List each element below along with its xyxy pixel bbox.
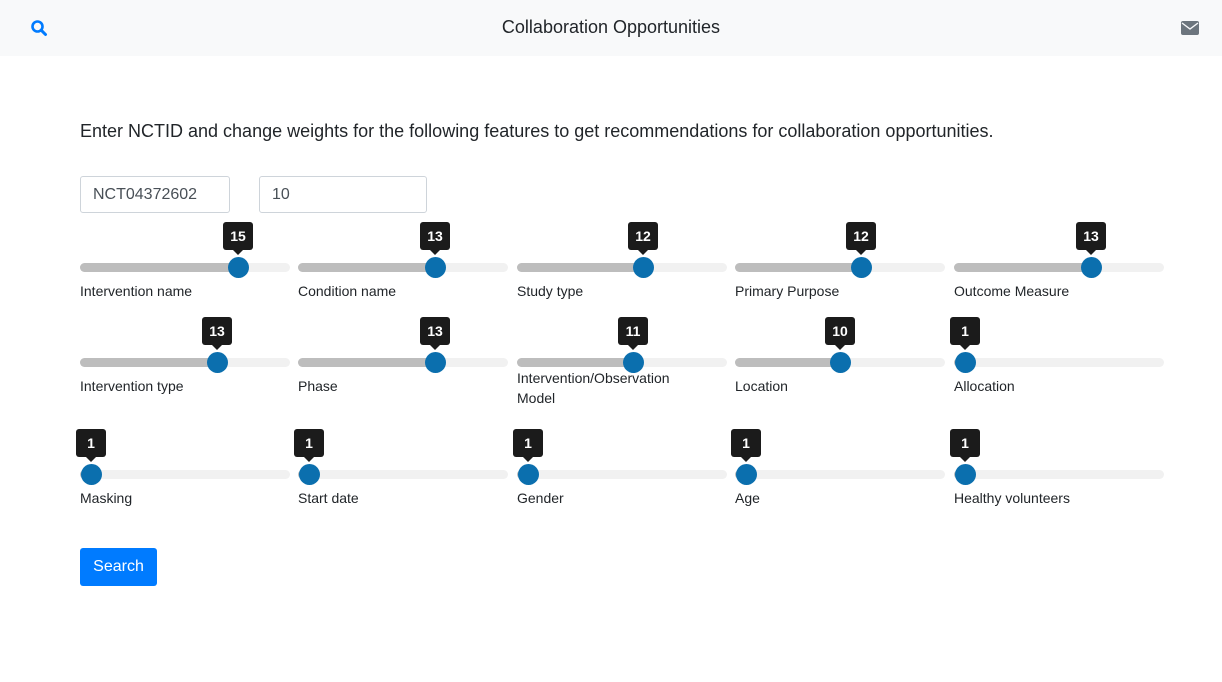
slider-track[interactable]: [298, 358, 508, 367]
slider-label: Age: [735, 490, 760, 506]
slider-value-bubble: 13: [1076, 222, 1106, 255]
slider-label: Condition name: [298, 283, 397, 299]
slider-value-bubble: 10: [825, 317, 855, 350]
slider-label: Intervention/Observation Model: [517, 370, 670, 406]
slider-thumb[interactable]: [424, 352, 446, 373]
slider-value-bubble: 13: [420, 222, 450, 255]
slider-track[interactable]: [735, 263, 945, 272]
slider-track-fill: [298, 263, 435, 272]
slider-label: Study type: [517, 283, 584, 299]
slider-value-bubble: 12: [846, 222, 876, 255]
slider-thumb[interactable]: [954, 352, 976, 373]
slider-track[interactable]: [80, 358, 290, 367]
slider-label: Primary Purpose: [735, 283, 840, 299]
weight-slider[interactable]: 13 Condition name: [298, 222, 508, 318]
slider-track[interactable]: [954, 358, 1164, 367]
weight-slider[interactable]: 1 Age: [731, 429, 945, 525]
slider-thumb[interactable]: [850, 257, 872, 278]
slider-thumb[interactable]: [424, 257, 446, 278]
navbar: Collaboration Opportunities: [0, 0, 1222, 56]
slider-track[interactable]: [298, 263, 508, 272]
weight-slider[interactable]: 1 Allocation: [950, 317, 1164, 413]
slider-label: Intervention type: [80, 378, 184, 394]
slider-label: Outcome Measure: [954, 283, 1070, 299]
weight-slider[interactable]: 13 Intervention type: [80, 317, 290, 413]
slider-value-bubble: 1: [76, 429, 106, 462]
slider-thumb[interactable]: [206, 352, 228, 373]
slider-label: Intervention name: [80, 283, 193, 299]
slider-value-bubble: 1: [950, 429, 980, 462]
nctid-input[interactable]: [80, 176, 230, 213]
slider-label: Start date: [298, 490, 359, 506]
weight-slider[interactable]: 13 Outcome Measure: [954, 222, 1164, 318]
slider-value-bubble: 12: [628, 222, 658, 255]
slider-track-fill: [735, 358, 840, 367]
slider-label: Location: [735, 378, 788, 394]
weight-slider[interactable]: 1 Masking: [76, 429, 290, 525]
page-title: Collaboration Opportunities: [501, 17, 721, 37]
slider-track-fill: [954, 263, 1091, 272]
slider-label: Masking: [80, 490, 133, 506]
weight-slider[interactable]: 1 Start date: [294, 429, 508, 525]
slider-value-bubble: 1: [294, 429, 324, 462]
weight-slider[interactable]: 15 Intervention name: [80, 222, 290, 318]
weight-slider[interactable]: 12 Primary Purpose: [735, 222, 945, 318]
intro-text: Enter NCTID and change weights for the f…: [80, 121, 994, 141]
slider-track[interactable]: [80, 470, 290, 479]
slider-track-fill: [80, 358, 217, 367]
weight-slider[interactable]: 1 Gender: [513, 429, 727, 525]
slider-label: Allocation: [954, 378, 1015, 394]
slider-thumb[interactable]: [80, 464, 102, 485]
slider-track[interactable]: [954, 470, 1164, 479]
weight-slider[interactable]: 12 Study type: [517, 222, 727, 318]
slider-value-bubble: 1: [731, 429, 761, 462]
weight-slider[interactable]: 1 Healthy volunteers: [950, 429, 1164, 525]
slider-track[interactable]: [298, 470, 508, 479]
slider-thumb[interactable]: [735, 464, 757, 485]
slider-thumb[interactable]: [632, 257, 654, 278]
slider-value-bubble: 11: [618, 317, 648, 350]
slider-thumb[interactable]: [298, 464, 320, 485]
envelope-icon[interactable]: [1181, 21, 1199, 35]
slider-track[interactable]: [80, 263, 290, 272]
slider-track-fill: [298, 358, 435, 367]
slider-thumb[interactable]: [517, 464, 539, 485]
slider-label: Gender: [517, 490, 564, 506]
slider-thumb[interactable]: [829, 352, 851, 373]
weight-slider[interactable]: 10 Location: [735, 317, 945, 413]
weight-slider[interactable]: 11 Intervention/Observation Model: [517, 317, 727, 413]
slider-track-fill: [517, 263, 643, 272]
slider-track-fill: [80, 263, 238, 272]
weight-slider[interactable]: 13 Phase: [298, 317, 508, 413]
slider-track[interactable]: [735, 470, 945, 479]
slider-label: Healthy volunteers: [954, 490, 1070, 506]
slider-track-fill: [517, 358, 633, 367]
slider-value-bubble: 13: [202, 317, 232, 350]
slider-thumb[interactable]: [1080, 257, 1102, 278]
search-button[interactable]: Search: [80, 548, 157, 586]
slider-track[interactable]: [517, 470, 727, 479]
slider-value-bubble: 1: [513, 429, 543, 462]
slider-value-bubble: 1: [950, 317, 980, 350]
recommendation-count-input[interactable]: [259, 176, 427, 213]
slider-track-fill: [735, 263, 861, 272]
slider-thumb[interactable]: [954, 464, 976, 485]
slider-track[interactable]: [954, 263, 1164, 272]
slider-track[interactable]: [517, 263, 727, 272]
slider-thumb[interactable]: [227, 257, 249, 278]
slider-value-bubble: 13: [420, 317, 450, 350]
slider-label: Phase: [298, 378, 338, 394]
slider-value-bubble: 15: [223, 222, 253, 255]
